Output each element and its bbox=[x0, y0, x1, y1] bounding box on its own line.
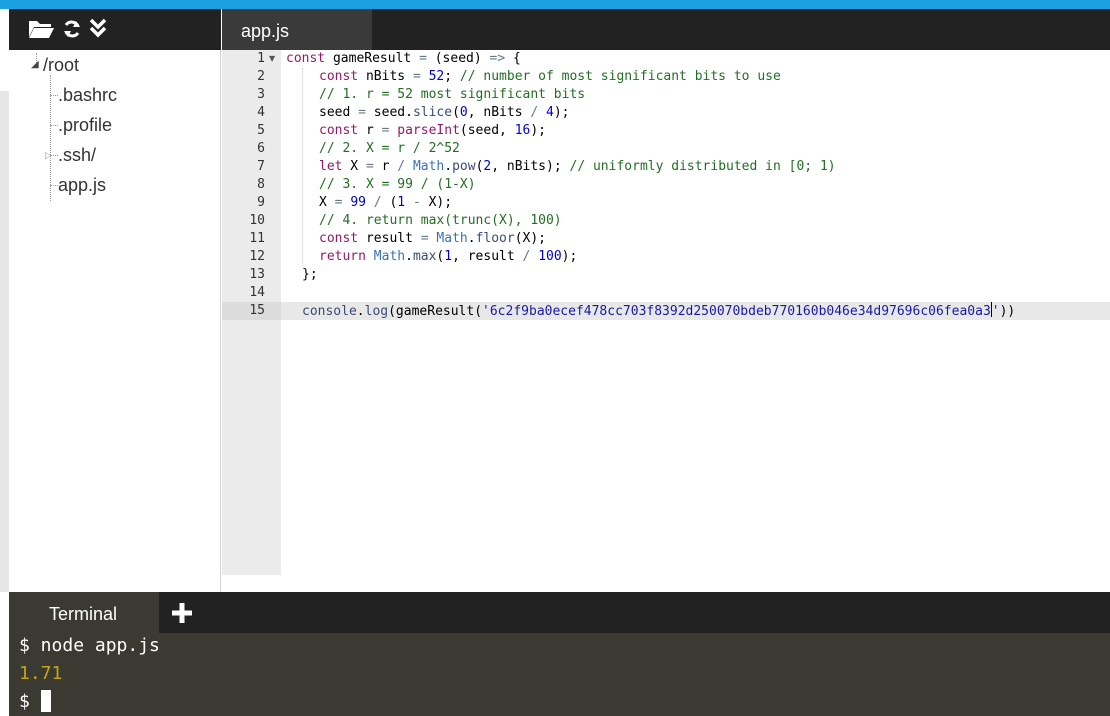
ide-window: ◢ /root .bashrc .profile ▷ .ssh/ app.js … bbox=[0, 0, 1110, 716]
line-number-gutter: 1 ▼ 2 3 4 5 6 7 8 9 10 11 12 13 14 15 bbox=[222, 50, 281, 575]
tree-node-profile[interactable]: .profile bbox=[9, 110, 221, 140]
tree-expand-icon[interactable]: ◢ bbox=[31, 50, 39, 80]
code-line: const result = Math.floor(X); bbox=[319, 231, 547, 246]
terminal-tab-bar: Terminal bbox=[9, 592, 1110, 633]
tree-node-root[interactable]: ◢ /root bbox=[9, 50, 221, 80]
file-tree-panel: ◢ /root .bashrc .profile ▷ .ssh/ app.js bbox=[9, 9, 221, 592]
code-line: }; bbox=[302, 267, 318, 282]
folder-open-icon[interactable] bbox=[27, 17, 55, 41]
line-number: 13 bbox=[249, 267, 265, 282]
code-line: const r = parseInt(seed, 16); bbox=[319, 123, 547, 138]
code-editor: app.js 1 ▼ 2 3 4 5 6 7 8 9 10 11 12 13 1… bbox=[222, 9, 1110, 592]
double-chevron-down-icon[interactable] bbox=[88, 17, 108, 41]
code-line: // 1. r = 52 most significant bits bbox=[319, 87, 586, 102]
tree-node-ssh[interactable]: ▷ .ssh/ bbox=[9, 140, 221, 170]
left-edge bbox=[0, 9, 9, 592]
line-number: 9 bbox=[257, 195, 265, 210]
tree-node-label: .profile bbox=[58, 115, 113, 135]
line-number: 2 bbox=[257, 69, 265, 84]
line-number: 6 bbox=[257, 141, 265, 156]
tree-node-app-js[interactable]: app.js bbox=[9, 170, 221, 200]
tree-node-label: .bashrc bbox=[58, 85, 118, 105]
line-number: 11 bbox=[249, 231, 265, 246]
code-text-area[interactable]: const gameResult = (seed) => { const nBi… bbox=[281, 50, 1110, 592]
refresh-icon[interactable] bbox=[62, 17, 82, 41]
code-line: // 2. X = r / 2^52 bbox=[319, 141, 460, 156]
code-line: let X = r / Math.pow(2, nBits); // unifo… bbox=[319, 159, 836, 174]
tab-app-js[interactable]: app.js bbox=[222, 9, 372, 50]
line-number: 1 bbox=[257, 51, 265, 66]
code-line: const nBits = 52; // number of most sign… bbox=[319, 69, 781, 84]
line-number: 14 bbox=[249, 285, 265, 300]
tree-node-label: app.js bbox=[58, 175, 107, 195]
terminal-cursor bbox=[40, 690, 51, 712]
code-line: // 4. return max(trunc(X), 100) bbox=[319, 213, 562, 228]
line-number: 10 bbox=[249, 213, 265, 228]
tree-collapsed-icon[interactable]: ▷ bbox=[45, 140, 52, 170]
tab-terminal[interactable]: Terminal bbox=[9, 592, 159, 633]
plus-icon[interactable] bbox=[169, 600, 195, 626]
terminal-output: 1.71 bbox=[19, 663, 63, 684]
code-line: seed = seed.slice(0, nBits / 4); bbox=[319, 105, 570, 120]
code-line: // 3. X = 99 / (1-X) bbox=[319, 177, 476, 192]
line-number: 5 bbox=[257, 123, 265, 138]
line-number: 15 bbox=[249, 303, 265, 318]
code-line-active: console.log(gameResult('6c2f9ba0ecef478c… bbox=[302, 302, 1016, 319]
line-number: 3 bbox=[257, 87, 265, 102]
editor-tab-bar: app.js bbox=[222, 9, 1110, 50]
terminal-line: $ node app.js bbox=[19, 635, 160, 656]
file-tree: ◢ /root .bashrc .profile ▷ .ssh/ app.js bbox=[9, 50, 221, 592]
line-number: 7 bbox=[257, 159, 265, 174]
terminal-prompt-line[interactable]: $ bbox=[19, 689, 51, 715]
file-tree-toolbar bbox=[9, 9, 221, 50]
line-number: 4 bbox=[257, 105, 265, 120]
tree-node-label: /root bbox=[43, 55, 80, 75]
top-accent-bar bbox=[0, 0, 1110, 9]
code-line: X = 99 / (1 - X); bbox=[319, 195, 453, 210]
line-number: 12 bbox=[249, 249, 265, 264]
code-line: const gameResult = (seed) => { bbox=[286, 51, 521, 66]
fold-arrow-icon[interactable]: ▼ bbox=[269, 50, 279, 68]
tree-node-label: .ssh/ bbox=[58, 145, 97, 165]
tree-node-bashrc[interactable]: .bashrc bbox=[9, 80, 221, 110]
line-number: 8 bbox=[257, 177, 265, 192]
code-line: return Math.max(1, result / 100); bbox=[319, 249, 578, 264]
terminal-panel: Terminal $ node app.js 1.71 $ bbox=[9, 592, 1110, 716]
